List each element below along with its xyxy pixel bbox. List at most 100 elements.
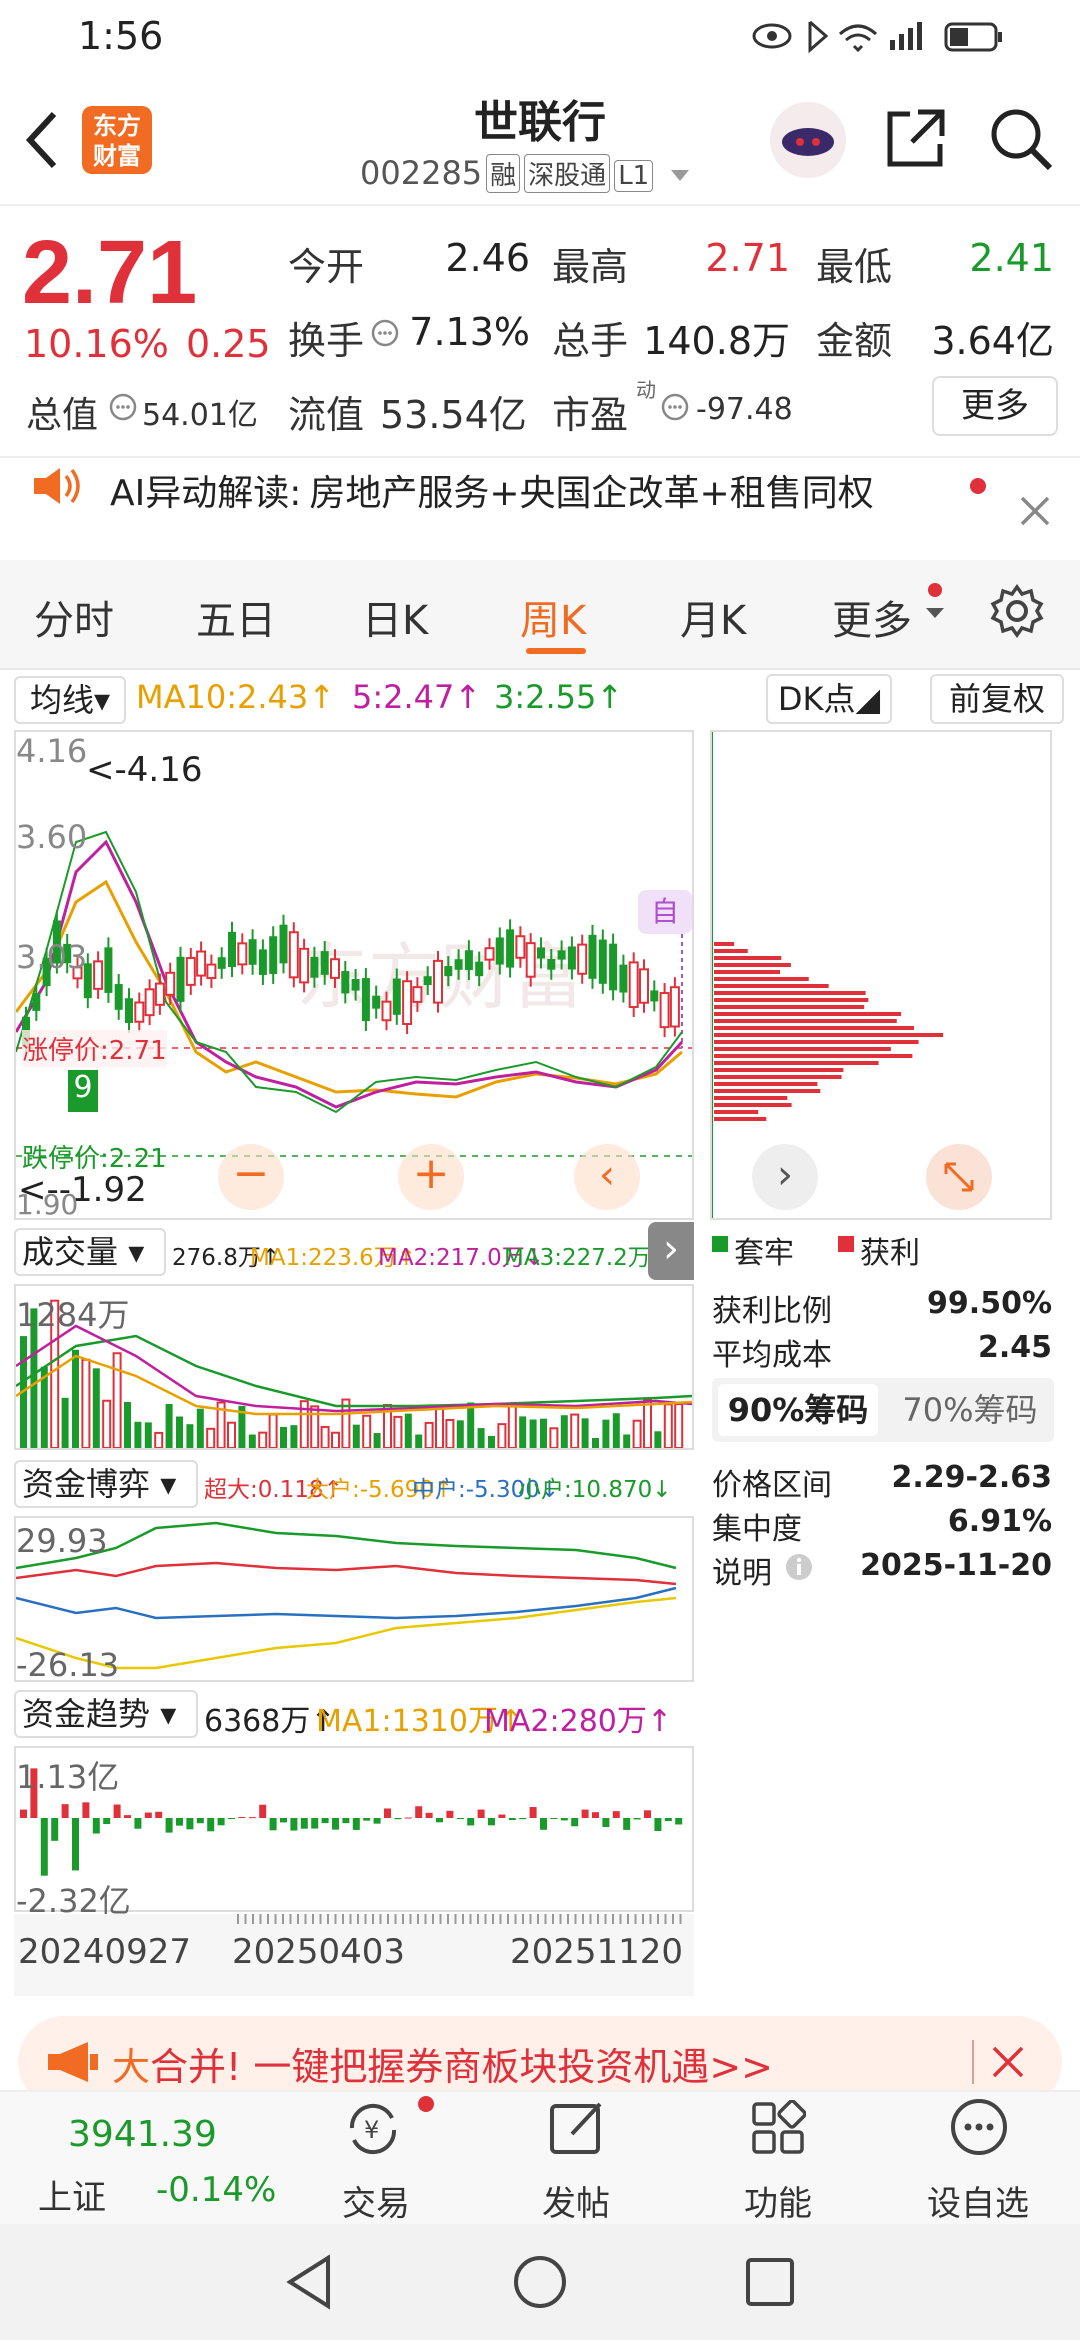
note-label: 说明 (712, 1556, 772, 1591)
candle (381, 1000, 392, 1022)
ai-insight-text: AI异动解读: 房地产服务+央国企改革+租售同权 (110, 473, 874, 514)
back-triangle-icon[interactable] (284, 2254, 334, 2310)
tab-daily-k[interactable]: 日K (362, 588, 428, 646)
change-value: 0.25 (186, 322, 271, 366)
candle (279, 924, 288, 964)
tab-weekly-k[interactable]: 周K (520, 588, 586, 646)
zoom-in-button[interactable]: + (398, 1144, 464, 1210)
recents-square-icon[interactable] (744, 2256, 796, 2308)
candle (619, 964, 628, 993)
megaphone-icon (48, 2042, 98, 2082)
function-grid-icon[interactable] (750, 2100, 806, 2156)
kline-y-2: 3.60 (16, 818, 88, 856)
expand-side-button[interactable]: › (648, 1222, 694, 1280)
close-icon[interactable] (1018, 494, 1052, 528)
trend-bar (124, 1815, 131, 1818)
candle (125, 998, 133, 1023)
dk-point-select[interactable]: DK点◢ (766, 674, 892, 724)
info-dot-icon[interactable] (370, 318, 400, 348)
candle (515, 935, 526, 959)
price-range-value: 2.29-2.63 (891, 1460, 1053, 1495)
nav-function[interactable]: 功能 (708, 2176, 848, 2225)
trend-bar (644, 1810, 651, 1818)
date-axis: 20240927 20250403 20251120 (14, 1914, 694, 1996)
chip-bar (714, 1061, 879, 1065)
trend-bar (155, 1811, 163, 1818)
chip-bar (714, 984, 829, 988)
trend-bar (529, 1807, 537, 1818)
info-icon[interactable] (784, 1552, 814, 1582)
note-date: 2025-11-20 (860, 1548, 1052, 1583)
adjust-mode-select[interactable]: 前复权 (930, 674, 1064, 724)
tab-chip-70[interactable]: 70%筹码 (890, 1384, 1050, 1436)
trend-indicator-select[interactable]: 资金趋势 ▾ (14, 1690, 198, 1738)
volume-bar (445, 1419, 455, 1450)
chip-bar (714, 1026, 915, 1030)
chevron-down-icon (926, 583, 944, 618)
volume-bar (72, 1349, 79, 1448)
trade-yen-icon[interactable]: ¥ (342, 2098, 404, 2160)
trend-bar (519, 1818, 527, 1820)
settings-gear-icon[interactable] (990, 584, 1044, 638)
zoom-out-button[interactable]: − (218, 1144, 284, 1210)
index-value[interactable]: 3941.39 (68, 2114, 217, 2155)
trend-ma2: MA2:280万↑ (484, 1704, 672, 1739)
expand-icon[interactable] (926, 1144, 992, 1210)
ai-avatar-icon[interactable] (768, 100, 848, 180)
volume-bar (456, 1420, 464, 1448)
fund-indicator-select[interactable]: 资金博弈 ▾ (14, 1460, 198, 1508)
float-value: 53.54亿 (380, 393, 527, 437)
share-icon[interactable] (884, 106, 948, 170)
index-name[interactable]: 上证 (38, 2170, 106, 2219)
home-circle-icon[interactable] (512, 2254, 568, 2310)
more-dots-icon[interactable] (950, 2098, 1008, 2156)
trend-bar (332, 1818, 339, 1830)
candle (351, 979, 360, 991)
candle (650, 990, 659, 1002)
open-label: 今开 (288, 245, 365, 289)
float-label: 流值 (288, 393, 365, 437)
nav-add-watchlist[interactable]: 设自选 (908, 2176, 1048, 2225)
post-edit-icon[interactable] (548, 2098, 606, 2156)
volume-indicator-select[interactable]: 成交量 ▾ (14, 1228, 166, 1276)
info-dot-icon[interactable] (108, 392, 138, 422)
trend-bar (40, 1818, 48, 1876)
trend-bar (373, 1818, 381, 1824)
chip-next-button[interactable]: › (752, 1144, 818, 1210)
self-select-marker[interactable]: 自 (638, 890, 692, 934)
nav-post[interactable]: 发帖 (506, 2176, 646, 2225)
tab-five-day[interactable]: 五日 (196, 588, 276, 646)
candle (577, 943, 588, 975)
pe-label: 市盈 (552, 393, 629, 437)
chip-bar (714, 991, 866, 995)
volume-bar (529, 1419, 537, 1448)
chip-bar (714, 942, 735, 946)
ma-select[interactable]: 均线▾ (14, 676, 126, 724)
active-tab-indicator (526, 648, 586, 654)
tab-chip-90[interactable]: 90%筹码 (718, 1384, 878, 1436)
trend-bar (633, 1818, 641, 1820)
tab-monthly-k[interactable]: 月K (680, 588, 746, 646)
candle (228, 931, 236, 968)
volume-bar (488, 1435, 495, 1448)
scroll-left-button[interactable]: ‹ (574, 1144, 640, 1210)
more-quote-button[interactable]: 更多 (932, 376, 1058, 436)
info-dot-icon[interactable] (660, 392, 690, 422)
nav-trade[interactable]: 交易 (306, 2176, 446, 2225)
turnover-label: 换手 (288, 319, 365, 363)
tab-more[interactable]: 更多 (832, 588, 912, 646)
search-icon[interactable] (988, 106, 1054, 172)
index-change[interactable]: -0.14% (156, 2170, 276, 2210)
volume-bar (227, 1421, 236, 1449)
tag-margin: 融 (486, 154, 521, 193)
chip-bar (714, 1082, 818, 1086)
trend-bar (248, 1817, 256, 1819)
chip-bar (714, 1019, 897, 1023)
trend-bar (134, 1818, 142, 1829)
candle (93, 960, 104, 990)
candle (154, 982, 165, 1006)
trend-bar (352, 1818, 360, 1830)
close-icon[interactable] (990, 2044, 1026, 2080)
chevron-down-icon[interactable] (669, 168, 691, 184)
tab-intraday[interactable]: 分时 (34, 588, 114, 646)
